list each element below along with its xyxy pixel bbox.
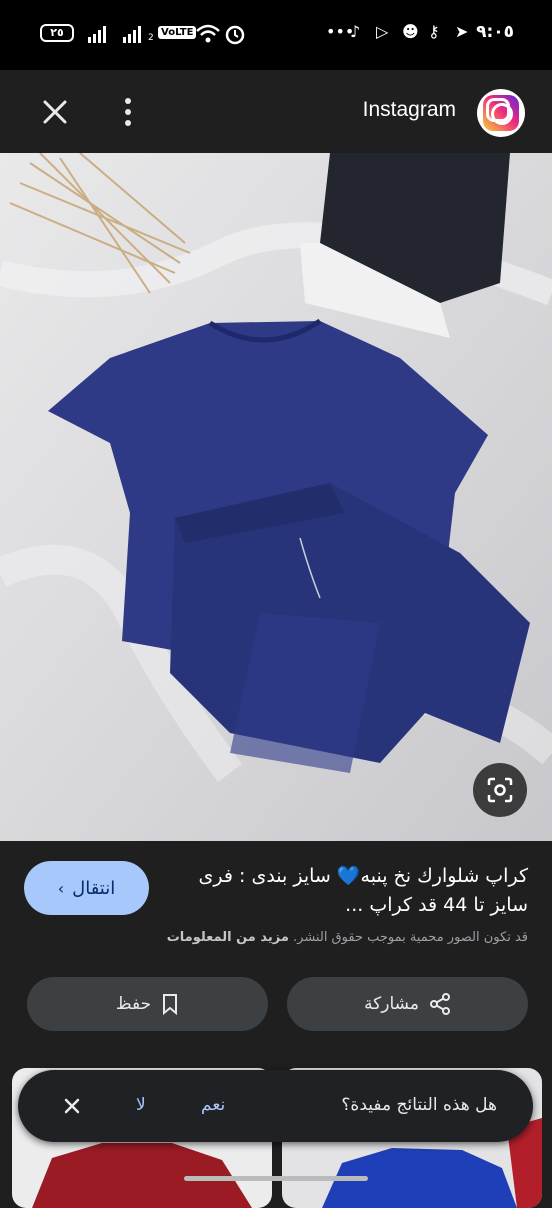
signal-icon-2 xyxy=(123,26,141,43)
share-icon xyxy=(429,993,450,1015)
close-icon[interactable] xyxy=(38,95,72,129)
clock: ٩:٠٥ xyxy=(476,22,514,42)
feedback-no-button[interactable]: لا xyxy=(136,1095,146,1115)
visit-button-label: انتقال xyxy=(72,877,116,899)
copyright-text: قد تكون الصور محمية بموجب حقوق النشر. xyxy=(293,930,528,945)
result-image[interactable] xyxy=(0,153,552,841)
tiktok-icon: ♪ xyxy=(350,22,361,41)
bookmark-icon xyxy=(163,994,178,1015)
instagram-logo-lens xyxy=(491,103,513,125)
feedback-question: هل هذه النتائج مفيدة؟ xyxy=(341,1095,497,1115)
gesture-handle xyxy=(184,1176,368,1181)
instagram-logo-gradient xyxy=(483,95,519,131)
more-vertical-icon[interactable] xyxy=(116,95,140,129)
visit-button[interactable]: ‹ انتقال xyxy=(24,861,149,915)
feedback-snackbar: هل هذه النتائج مفيدة؟ نعم لا xyxy=(18,1070,533,1142)
share-button-label: مشاركة xyxy=(364,994,419,1014)
more-info-link[interactable]: مزيد من المعلومات xyxy=(167,930,289,945)
battery-indicator: ٢٥ xyxy=(40,24,74,42)
telegram-icon: ➤ xyxy=(455,22,469,41)
save-button-label: حفظ xyxy=(115,994,152,1014)
source-site-name[interactable]: Instagram xyxy=(363,98,456,122)
signal-icon xyxy=(88,26,106,43)
dismiss-close-icon[interactable] xyxy=(62,1096,82,1116)
key-icon: ⚷ xyxy=(428,22,440,41)
copyright-notice: قد تكون الصور محمية بموجب حقوق النشر. مز… xyxy=(28,930,528,945)
result-title[interactable]: كراپ شلوارك نخ پنبه💙 سايز بندى : فرى ساي… xyxy=(173,862,528,920)
share-button[interactable]: مشاركة xyxy=(287,977,528,1031)
chevron-left-icon: ‹ xyxy=(57,878,65,898)
feedback-yes-button[interactable]: نعم xyxy=(201,1095,225,1115)
sim-index: 2 xyxy=(148,33,154,43)
wifi-icon xyxy=(196,24,220,43)
lens-search-button[interactable] xyxy=(473,763,527,817)
lens-icon xyxy=(487,777,513,803)
save-button[interactable]: حفظ xyxy=(27,977,268,1031)
alarm-icon xyxy=(225,25,245,45)
status-bar: ٢٥ 2 VoLTE ••• ♪ ▷ ☻ ⚷ ➤ ٩:٠٥ xyxy=(0,0,552,70)
volte-badge: VoLTE xyxy=(158,26,197,39)
play-store-icon: ▷ xyxy=(376,22,389,41)
top-app-bar xyxy=(0,70,552,153)
app-notification-icon: ☻ xyxy=(402,22,419,41)
instagram-logo-icon[interactable] xyxy=(477,89,525,137)
